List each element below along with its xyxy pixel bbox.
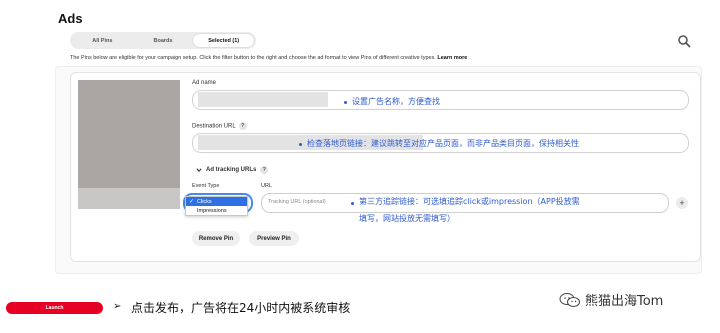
checkmark-icon: ✓ <box>189 199 195 205</box>
annotation-tracking-1: 第三方追踪链接：可选填追踪click或impression（APP投放需 <box>359 197 580 206</box>
ad-tracking-toggle[interactable]: Ad tracking URLs ? <box>196 166 269 174</box>
event-option-clicks[interactable]: ✓ Clicks <box>186 197 247 206</box>
event-option-impressions[interactable]: Impressions <box>186 206 247 215</box>
event-option-impressions-label: Impressions <box>197 207 227 214</box>
launch-annotation: 点击发布，广告将在24小时内被系统审核 <box>131 301 351 315</box>
pin-thumbnail-caption <box>78 188 180 209</box>
event-type-dropdown: ✓ Clicks Impressions <box>185 196 248 216</box>
annotation-destination-url: 检查落地页链接：建议跳转至对应产品页面，而非产品类目页面，保持相关性 <box>307 139 579 148</box>
learn-more-link[interactable]: Learn more <box>437 55 467 61</box>
ad-name-label: Ad name <box>192 80 217 86</box>
annotation-ad-name: 设置广告名称，方便查找 <box>352 97 440 106</box>
tab-all-pins[interactable]: All Pins <box>72 34 133 47</box>
preview-pin-button[interactable]: Preview Pin <box>249 231 299 246</box>
destination-url-label: Destination URL? <box>192 122 247 130</box>
annotation-tracking-2: 填写，网站投放无需填写） <box>359 214 455 223</box>
add-tracking-url-button[interactable]: + <box>676 197 688 209</box>
annotation-bullet <box>351 202 354 205</box>
watermark: 熊猫出海Tom <box>559 290 663 309</box>
help-icon[interactable]: ? <box>260 166 269 174</box>
chevron-down-icon <box>196 168 202 173</box>
tracking-url-placeholder: Tracking URL (optional) <box>268 199 326 205</box>
help-icon[interactable]: ? <box>238 122 247 130</box>
event-option-clicks-label: Clicks <box>197 198 212 205</box>
url-label: URL <box>261 183 273 189</box>
pin-filter-tabs: All Pins Boards Selected (1) <box>70 32 256 49</box>
launch-button[interactable]: Launch <box>6 302 103 314</box>
tab-boards[interactable]: Boards <box>133 34 194 47</box>
remove-pin-button[interactable]: Remove Pin <box>192 231 240 246</box>
tab-selected[interactable]: Selected (1) <box>193 34 255 47</box>
ad-name-value-redacted <box>198 92 328 107</box>
page-title: Ads <box>58 11 83 26</box>
eligibility-info: The Pins below are eligible for your cam… <box>70 55 630 61</box>
arrow-bullet-icon: ➢ <box>113 301 122 312</box>
annotation-bullet <box>299 143 302 146</box>
watermark-text: 熊猫出海Tom <box>585 294 664 309</box>
search-icon[interactable] <box>677 34 691 48</box>
ad-tracking-label: Ad tracking URLs <box>206 167 257 173</box>
annotation-bullet <box>344 101 347 104</box>
info-text: The Pins below are eligible for your cam… <box>70 55 436 61</box>
event-type-label: Event Type <box>192 183 220 189</box>
destination-url-label-text: Destination URL <box>192 123 236 130</box>
wechat-icon <box>559 292 580 307</box>
